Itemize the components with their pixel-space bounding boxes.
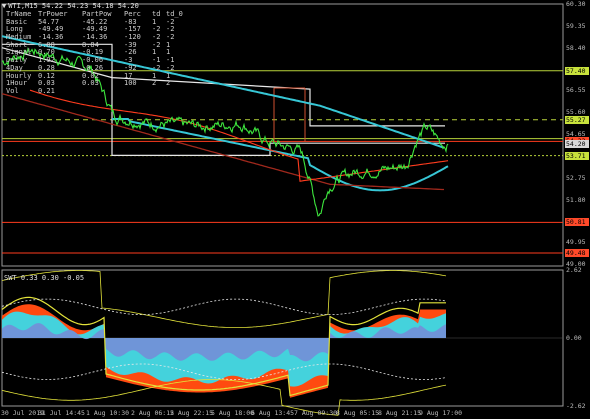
price-axis-label: 60.30 xyxy=(566,0,586,8)
price-axis-label: 56.55 xyxy=(566,86,586,95)
indicator-title: SWT 0.33 0.30 -0.05 xyxy=(4,274,85,282)
indicator-axis-label: -2.62 xyxy=(566,402,586,410)
table-cell: 0.21 xyxy=(38,86,55,95)
time-axis-label: 7 Aug 09:30 xyxy=(294,409,338,417)
price-tag: 57.40 xyxy=(565,66,589,75)
chart-window[interactable]: ▼ WTI,M15 54.22 54.23 54.18 54.20 TrName T… xyxy=(0,0,590,419)
time-axis-label: 2 Aug 06:15 xyxy=(131,409,175,417)
price-tag: 50.81 xyxy=(565,218,589,227)
time-axis-label: 1 Aug 10:30 xyxy=(86,409,130,417)
table-cell: 100 xyxy=(124,79,137,88)
price-axis-label: 58.40 xyxy=(566,43,586,52)
price-axis-label: 51.80 xyxy=(566,195,586,204)
band-upper-white xyxy=(1,298,447,315)
table-cell: Vol xyxy=(6,86,19,95)
time-axis-label: 6 Aug 13:45 xyxy=(251,409,295,417)
table-cell: 0.03 xyxy=(82,79,99,88)
indicator-axis-label: 0.00 xyxy=(566,334,582,342)
price-tag: 54.20 xyxy=(565,140,589,149)
chart-title: ▼ WTI,M15 54.22 54.23 54.18 54.20 xyxy=(2,2,139,10)
time-axis-label: 5 Aug 18:00 xyxy=(211,409,255,417)
collapse-triangle-icon[interactable]: ▼ xyxy=(2,2,6,10)
price-tag: 55.27 xyxy=(565,115,589,124)
symbol-quote: WTI,M15 54.22 54.23 54.18 54.20 xyxy=(8,2,139,10)
time-axis-label: 31 Jul 14:45 xyxy=(38,409,85,417)
price-tag: 53.71 xyxy=(565,151,589,160)
ma-red xyxy=(29,89,449,182)
time-axis-label: 8 Aug 05:15 xyxy=(336,409,380,417)
time-axis-label: 9 Aug 17:00 xyxy=(419,409,463,417)
price-axis-label: 49.95 xyxy=(566,238,586,247)
time-axis-label: 8 Aug 21:15 xyxy=(378,409,422,417)
indicator-axis-label: 2.62 xyxy=(566,266,582,274)
ma-cyan-slow xyxy=(1,35,445,149)
table-cell: 2 xyxy=(166,79,171,88)
time-axis-label: 2 Aug 22:15 xyxy=(170,409,214,417)
price-axis-label: 52.75 xyxy=(566,173,586,182)
price-tag: 49.48 xyxy=(565,248,589,257)
ma-cyan-fast xyxy=(112,118,449,192)
price-axis-label: 59.35 xyxy=(566,21,586,30)
table-cell: 2 xyxy=(152,79,157,88)
